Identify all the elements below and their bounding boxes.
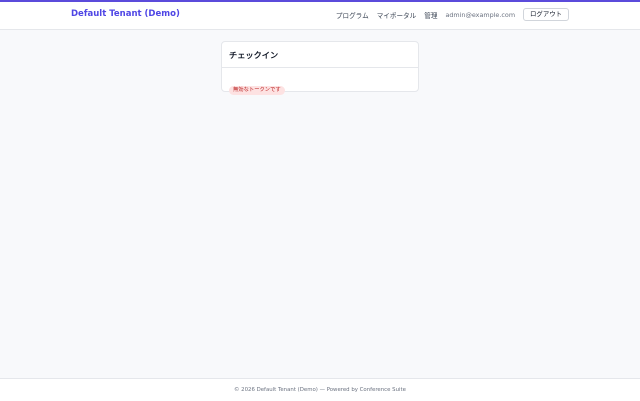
error-status-badge: 無効なトークンです (229, 86, 285, 95)
nav-link-admin[interactable]: 管理 (424, 10, 437, 20)
logout-button[interactable]: ログアウト (523, 8, 569, 21)
footer-text: © 2026 Default Tenant (Demo) — Powered b… (234, 387, 406, 393)
nav-menu: プログラム マイポータル 管理 admin@example.com ログアウト (328, 7, 569, 22)
page-title: チェックイン (229, 49, 279, 60)
brand-link[interactable]: Default Tenant (Demo) (71, 9, 180, 19)
nav-link-program[interactable]: プログラム (336, 10, 369, 20)
checkin-card: チェックイン 無効なトークンです (221, 41, 419, 95)
user-email: admin@example.com (445, 10, 516, 19)
top-navbar: Default Tenant (Demo) プログラム マイポータル 管理 ad… (0, 2, 640, 30)
nav-link-my-portal[interactable]: マイポータル (377, 10, 417, 20)
page-footer: © 2026 Default Tenant (Demo) — Powered b… (0, 378, 640, 401)
card-body: 無効なトークンです (222, 68, 418, 95)
card-header: チェックイン (222, 42, 418, 68)
